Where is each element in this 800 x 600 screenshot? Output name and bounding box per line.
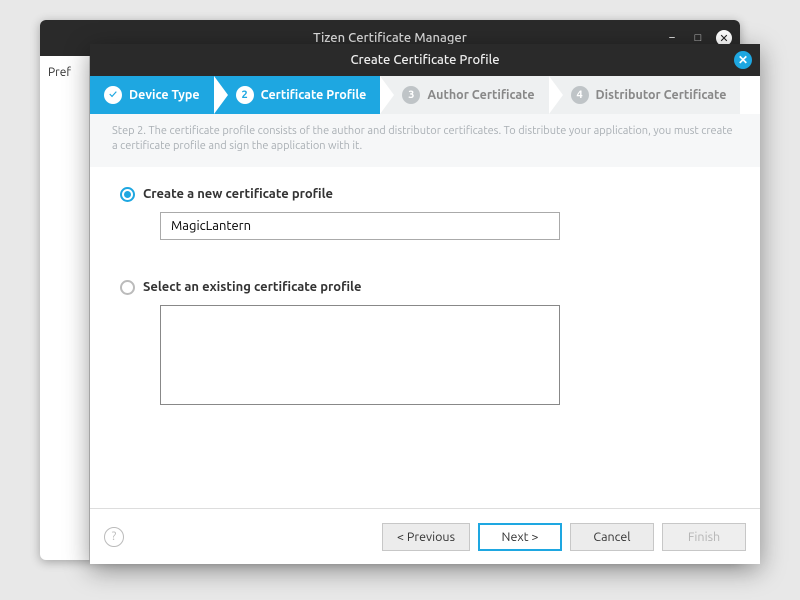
- radio-create-new-label: Create a new certificate profile: [143, 187, 333, 201]
- step-device-type[interactable]: Device Type: [90, 76, 214, 114]
- dialog-close-button[interactable]: ✕: [734, 51, 752, 69]
- step-number: 4: [571, 86, 589, 104]
- step-number: 3: [402, 86, 420, 104]
- step-label: Distributor Certificate: [596, 88, 727, 102]
- step-distributor-certificate: 4 Distributor Certificate: [549, 76, 741, 114]
- sidebar-item-pref[interactable]: Pref: [40, 56, 89, 89]
- step-description: Step 2. The certificate profile consists…: [90, 114, 760, 167]
- radio-create-new[interactable]: [120, 187, 135, 202]
- wizard-stepper: Device Type 2 Certificate Profile 3 Auth…: [90, 76, 760, 114]
- profile-name-input[interactable]: [160, 212, 560, 240]
- existing-profiles-listbox[interactable]: [160, 305, 560, 405]
- dialog-title: Create Certificate Profile: [350, 53, 499, 67]
- step-number: 2: [236, 86, 254, 104]
- radio-select-existing-label: Select an existing certificate profile: [143, 280, 361, 294]
- help-icon[interactable]: ?: [104, 527, 124, 547]
- dialog-footer: ? < Previous Next > Cancel Finish: [90, 508, 760, 564]
- cancel-button[interactable]: Cancel: [570, 523, 654, 551]
- next-button[interactable]: Next >: [478, 523, 562, 551]
- finish-button: Finish: [662, 523, 746, 551]
- step-certificate-profile[interactable]: 2 Certificate Profile: [214, 76, 381, 114]
- step-label: Device Type: [129, 88, 200, 102]
- step-author-certificate: 3 Author Certificate: [380, 76, 548, 114]
- step-label: Author Certificate: [427, 88, 534, 102]
- dialog-content: Create a new certificate profile Select …: [90, 167, 760, 508]
- create-certificate-dialog: Create Certificate Profile ✕ Device Type…: [90, 44, 760, 564]
- dialog-titlebar: Create Certificate Profile ✕: [90, 44, 760, 76]
- step-label: Certificate Profile: [261, 88, 367, 102]
- radio-select-existing[interactable]: [120, 280, 135, 295]
- checkmark-icon: [104, 86, 122, 104]
- previous-button[interactable]: < Previous: [382, 523, 470, 551]
- parent-window-title: Tizen Certificate Manager: [313, 31, 467, 45]
